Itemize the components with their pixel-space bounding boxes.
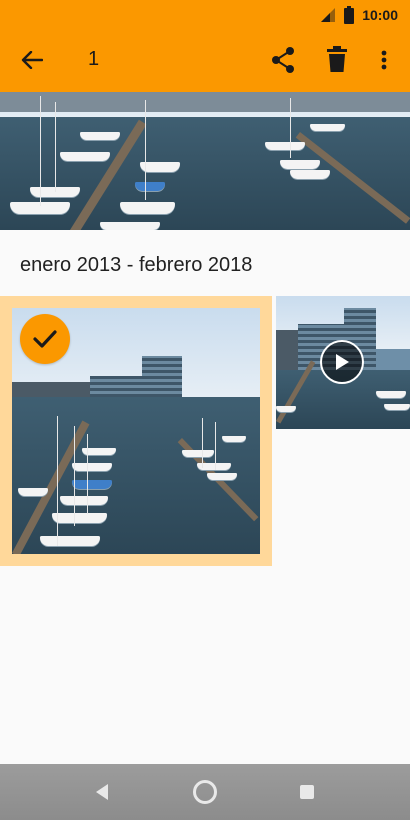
arrow-back-icon	[21, 51, 43, 69]
play-icon	[336, 354, 349, 370]
share-button[interactable]	[270, 46, 296, 74]
app-bar: 10:00 1	[0, 0, 410, 92]
system-navigation-bar	[0, 764, 410, 820]
date-range-title: enero 2013 - febrero 2018	[20, 254, 253, 276]
battery-icon	[344, 6, 355, 24]
back-button[interactable]	[18, 48, 46, 72]
play-video-button[interactable]	[320, 340, 364, 384]
selection-check-badge[interactable]	[20, 314, 70, 364]
screen: 10:00 1 enero 2013 - febrero 2018	[0, 0, 410, 820]
cell-signal-icon	[321, 8, 336, 22]
album-cover-photo[interactable]	[0, 92, 410, 230]
status-time: 10:00	[362, 7, 398, 23]
nav-home-icon[interactable]	[193, 780, 217, 804]
check-icon	[33, 330, 57, 348]
more-options-button[interactable]	[376, 46, 392, 74]
nav-back-icon[interactable]	[92, 782, 112, 802]
selected-count: 1	[88, 48, 100, 70]
selection-toolbar: 1	[0, 36, 410, 84]
share-icon	[272, 47, 294, 73]
delete-button[interactable]	[325, 46, 349, 74]
status-bar: 10:00	[320, 6, 398, 24]
nav-recent-icon[interactable]	[300, 785, 314, 799]
more-vert-icon	[381, 50, 387, 70]
trash-icon	[327, 46, 347, 72]
